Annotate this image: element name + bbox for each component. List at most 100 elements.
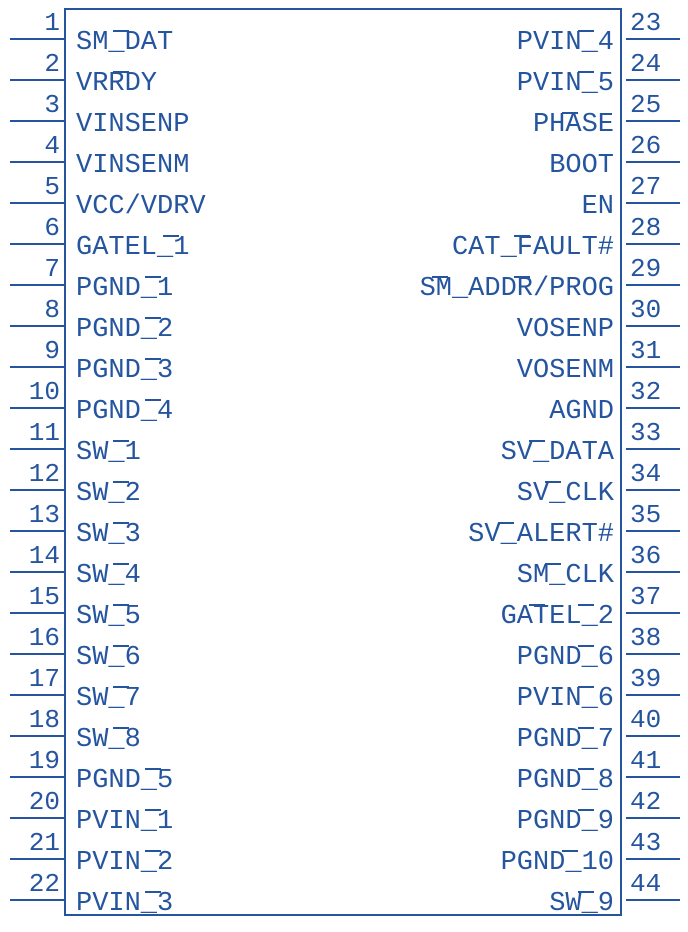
pin-number-left: 13 [12, 500, 60, 530]
pin-lead-right [626, 653, 680, 655]
overbar [545, 563, 561, 565]
overbar [432, 276, 448, 278]
pin-number-left: 2 [12, 49, 60, 79]
overbar [545, 481, 561, 483]
pin-number-right: 33 [630, 418, 678, 448]
pin-lead-right [626, 325, 680, 327]
pin-row: 19PGND_5PGND_841 [0, 746, 688, 786]
pin-lead-left [10, 407, 64, 409]
pin-lead-left [10, 243, 64, 245]
pin-number-left: 11 [12, 418, 60, 448]
overbar [113, 71, 129, 73]
pin-row: 7PGND_1SM_ADDR/PROG29 [0, 254, 688, 294]
pin-lead-right [626, 899, 680, 901]
pin-number-left: 3 [12, 90, 60, 120]
overbar [145, 358, 161, 360]
pin-lead-right [626, 571, 680, 573]
pin-number-right: 23 [630, 8, 678, 38]
pin-number-right: 36 [630, 541, 678, 571]
pin-row: 10PGND_4AGND32 [0, 377, 688, 417]
pin-number-right: 37 [630, 582, 678, 612]
pin-number-right: 31 [630, 336, 678, 366]
pin-lead-left [10, 366, 64, 368]
pin-number-left: 19 [12, 746, 60, 776]
overbar [145, 809, 161, 811]
overbar [113, 522, 129, 524]
overbar [145, 891, 161, 893]
overbar [578, 686, 594, 688]
pin-number-right: 35 [630, 500, 678, 530]
overbar [113, 727, 129, 729]
pin-number-right: 30 [630, 295, 678, 325]
pin-row: 13SW_3SV_ALERT#35 [0, 500, 688, 540]
overbar [529, 440, 545, 442]
pin-number-left: 12 [12, 459, 60, 489]
pin-number-left: 6 [12, 213, 60, 243]
pin-lead-right [626, 858, 680, 860]
pin-lead-left [10, 899, 64, 901]
overbar [578, 727, 594, 729]
pin-number-left: 7 [12, 254, 60, 284]
overbar [145, 317, 161, 319]
overbar [514, 235, 530, 237]
pin-row: 18SW_8PGND_740 [0, 705, 688, 745]
overbar [578, 71, 594, 73]
overbar [562, 850, 578, 852]
pin-row: 12SW_2SV_CLK34 [0, 459, 688, 499]
pin-row: 11SW_1SV_DATA33 [0, 418, 688, 458]
pin-number-right: 27 [630, 172, 678, 202]
pin-lead-left [10, 202, 64, 204]
pin-lead-right [626, 694, 680, 696]
pin-lead-left [10, 735, 64, 737]
pin-number-right: 40 [630, 705, 678, 735]
pin-lead-left [10, 38, 64, 40]
overbar [163, 235, 179, 237]
pin-lead-left [10, 571, 64, 573]
pin-lead-left [10, 120, 64, 122]
pin-label-left: PVIN_3 [76, 889, 173, 919]
pin-row: 17SW_7PVIN_639 [0, 664, 688, 704]
pin-lead-left [10, 325, 64, 327]
pin-lead-right [626, 79, 680, 81]
overbar [113, 440, 129, 442]
pin-lead-left [10, 612, 64, 614]
pin-number-left: 1 [12, 8, 60, 38]
pin-lead-left [10, 776, 64, 778]
pin-number-left: 15 [12, 582, 60, 612]
pin-number-right: 29 [630, 254, 678, 284]
pin-number-right: 34 [630, 459, 678, 489]
pin-lead-left [10, 448, 64, 450]
pin-lead-right [626, 489, 680, 491]
overbar [113, 645, 129, 647]
pin-row: 14SW_4SM_CLK36 [0, 541, 688, 581]
overbar [514, 276, 530, 278]
pin-number-left: 17 [12, 664, 60, 694]
pin-row: 20PVIN_1PGND_942 [0, 787, 688, 827]
pin-number-right: 42 [630, 787, 678, 817]
pin-number-left: 10 [12, 377, 60, 407]
pin-lead-left [10, 530, 64, 532]
pin-number-right: 28 [630, 213, 678, 243]
overbar [145, 768, 161, 770]
pin-number-left: 16 [12, 623, 60, 653]
overbar [562, 112, 578, 114]
pin-number-right: 39 [630, 664, 678, 694]
pin-number-left: 8 [12, 295, 60, 325]
pin-number-left: 20 [12, 787, 60, 817]
overbar [578, 645, 594, 647]
pin-lead-right [626, 735, 680, 737]
overbar [113, 604, 129, 606]
pin-lead-right [626, 776, 680, 778]
pin-number-right: 44 [630, 869, 678, 899]
pin-lead-right [626, 448, 680, 450]
pin-lead-left [10, 817, 64, 819]
pin-number-left: 4 [12, 131, 60, 161]
pin-lead-left [10, 284, 64, 286]
pin-lead-left [10, 79, 64, 81]
pin-row: 21PVIN_2PGND_1043 [0, 828, 688, 868]
pin-lead-right [626, 284, 680, 286]
pin-lead-left [10, 161, 64, 163]
pin-lead-right [626, 612, 680, 614]
overbar [578, 768, 594, 770]
overbar [145, 276, 161, 278]
